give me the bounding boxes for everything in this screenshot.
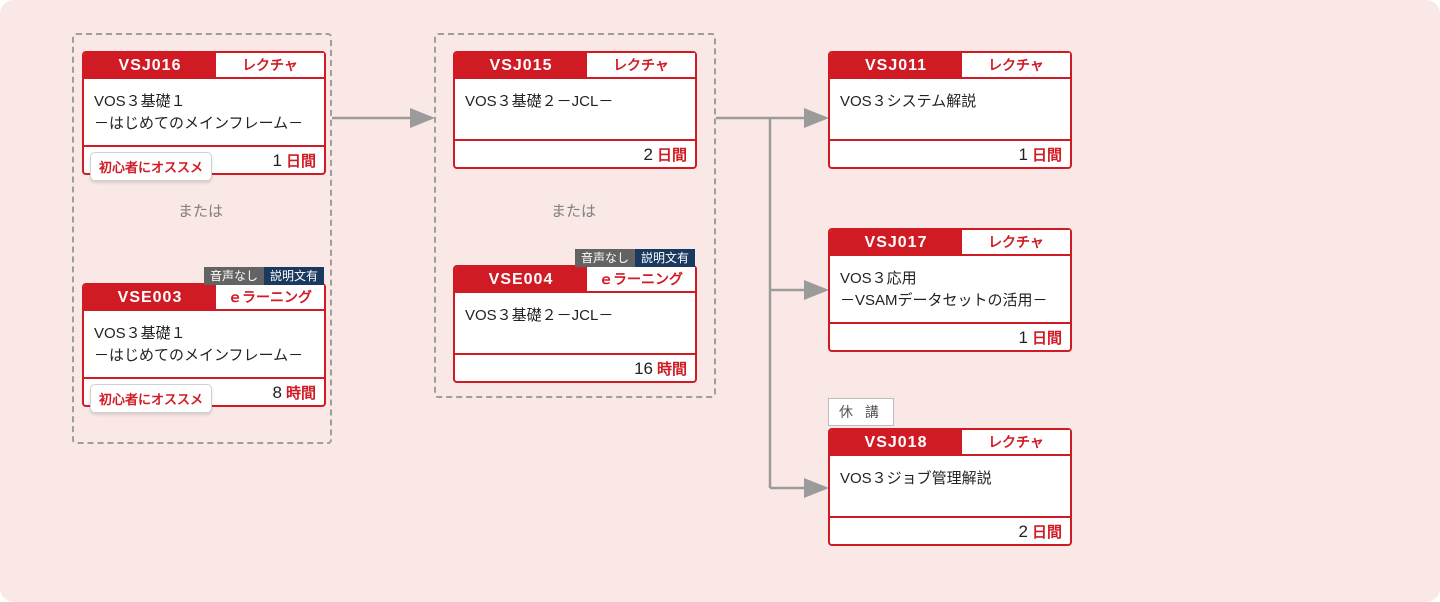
card-vsj018[interactable]: VSJ018 レクチャ VOS３ジョブ管理解説 2 日間 [828, 428, 1072, 546]
card-vse004[interactable]: 音声なし 説明文有 VSE004 ｅラーニング VOS３基礎２－JCL－ 16 … [453, 265, 697, 383]
duration-number: 2 [1019, 523, 1028, 540]
card-foot: 初心者にオススメ 1 日間 [84, 145, 324, 173]
duration-number: 1 [1019, 329, 1028, 346]
duration-unit: 日間 [1032, 525, 1062, 540]
card-foot: 初心者にオススメ 8 時間 [84, 377, 324, 405]
card-vsj011[interactable]: VSJ011 レクチャ VOS３システム解説 1 日間 [828, 51, 1072, 169]
card-title: VOS３システム解説 [830, 79, 1070, 139]
card-code: VSJ015 [455, 53, 587, 79]
card-code: VSJ018 [830, 430, 962, 456]
duration-unit: 日間 [657, 148, 687, 163]
course-flow-diagram: または または VSJ016 レクチャ VOS３基礎１ －はじめてのメインフレー… [0, 0, 1440, 602]
or-label-a: または [178, 200, 223, 221]
duration-number: 16 [634, 360, 653, 377]
card-code: VSJ016 [84, 53, 216, 79]
beginner-badge: 初心者にオススメ [90, 152, 212, 181]
or-label-b: または [551, 200, 596, 221]
duration-unit: 日間 [1032, 148, 1062, 163]
card-foot: 2 日間 [455, 139, 695, 167]
duration-number: 1 [1019, 146, 1028, 163]
card-foot: 2 日間 [830, 516, 1070, 544]
card-vsj016[interactable]: VSJ016 レクチャ VOS３基礎１ －はじめてのメインフレーム－ 初心者にオ… [82, 51, 326, 175]
audio-badge: 音声なし 説明文有 [575, 249, 695, 267]
card-title: VOS３ジョブ管理解説 [830, 456, 1070, 516]
card-type: ｅラーニング [587, 267, 695, 293]
duration-number: 1 [273, 152, 282, 169]
card-title: VOS３基礎１ －はじめてのメインフレーム－ [84, 79, 324, 145]
card-vsj015[interactable]: VSJ015 レクチャ VOS３基礎２－JCL－ 2 日間 [453, 51, 697, 169]
card-type: ｅラーニング [216, 285, 324, 311]
duration-unit: 時間 [657, 362, 687, 377]
card-title: VOS３基礎２－JCL－ [455, 293, 695, 353]
card-title: VOS３基礎１ －はじめてのメインフレーム－ [84, 311, 324, 377]
duration-unit: 時間 [286, 386, 316, 401]
audio-badge: 音声なし 説明文有 [204, 267, 324, 285]
card-code: VSE004 [455, 267, 587, 293]
card-title: VOS３基礎２－JCL－ [455, 79, 695, 139]
card-type: レクチャ [962, 430, 1070, 456]
card-type: レクチャ [587, 53, 695, 79]
status-suspended-tag: 休 講 [828, 398, 894, 426]
card-type: レクチャ [962, 230, 1070, 256]
card-foot: 1 日間 [830, 139, 1070, 167]
card-code: VSE003 [84, 285, 216, 311]
duration-number: 2 [644, 146, 653, 163]
card-vsj017[interactable]: VSJ017 レクチャ VOS３応用 －VSAMデータセットの活用－ 1 日間 [828, 228, 1072, 352]
card-foot: 1 日間 [830, 322, 1070, 350]
card-code: VSJ017 [830, 230, 962, 256]
duration-number: 8 [273, 384, 282, 401]
card-type: レクチャ [962, 53, 1070, 79]
card-code: VSJ011 [830, 53, 962, 79]
duration-unit: 日間 [286, 154, 316, 169]
card-type: レクチャ [216, 53, 324, 79]
beginner-badge: 初心者にオススメ [90, 384, 212, 413]
card-foot: 16 時間 [455, 353, 695, 381]
duration-unit: 日間 [1032, 331, 1062, 346]
card-title: VOS３応用 －VSAMデータセットの活用－ [830, 256, 1070, 322]
card-vse003[interactable]: 音声なし 説明文有 VSE003 ｅラーニング VOS３基礎１ －はじめてのメイ… [82, 283, 326, 407]
